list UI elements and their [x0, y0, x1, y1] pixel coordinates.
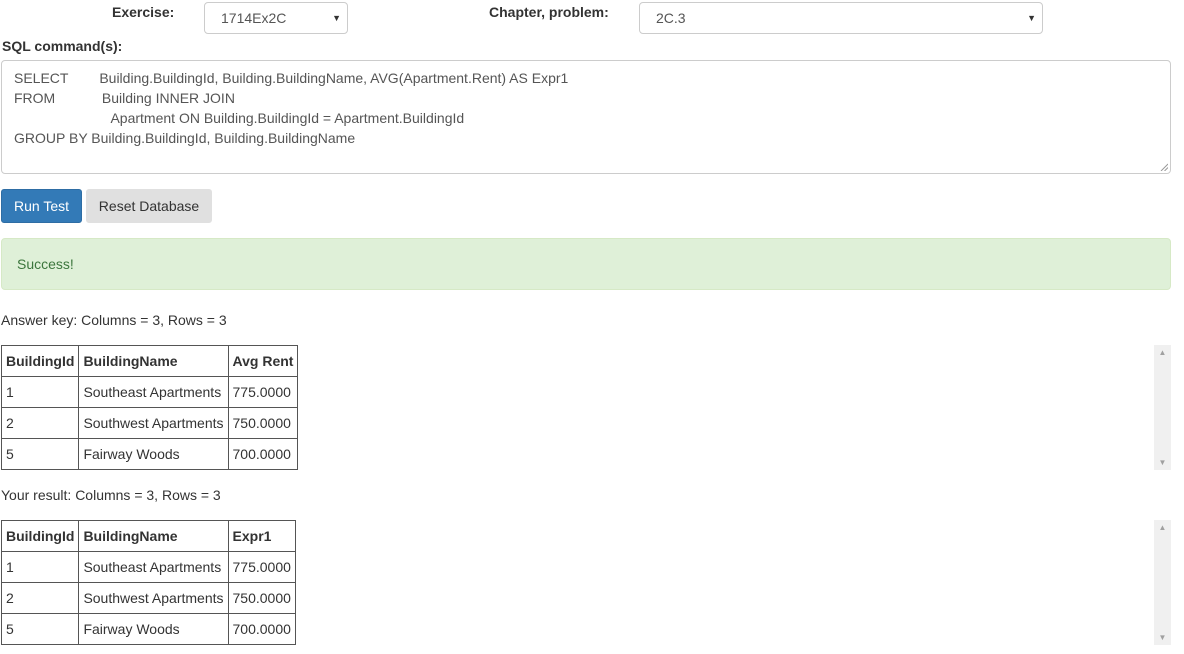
- answer-key-scrollbar[interactable]: ▲ ▼: [1154, 345, 1171, 470]
- table-header-row: BuildingId BuildingName Avg Rent: [0, 345, 299, 377]
- table-cell: Fairway Woods: [78, 438, 229, 470]
- chevron-down-icon: ▼: [332, 13, 341, 23]
- table-header-row: BuildingId BuildingName Expr1: [0, 520, 296, 552]
- table-cell: Southwest Apartments: [78, 407, 229, 439]
- column-header: BuildingName: [78, 345, 229, 377]
- column-header: BuildingId: [0, 520, 80, 552]
- table-cell: 750.0000: [227, 582, 296, 614]
- success-alert: Success!: [1, 238, 1171, 290]
- arrow-down-icon[interactable]: ▼: [1154, 633, 1171, 642]
- column-header: Expr1: [227, 520, 296, 552]
- table-cell: Southwest Apartments: [78, 582, 229, 614]
- table-cell: Fairway Woods: [78, 613, 229, 645]
- answer-key-caption: Answer key: Columns = 3, Rows = 3: [1, 312, 227, 328]
- table-cell: 775.0000: [227, 376, 299, 408]
- table-cell: 2: [0, 582, 80, 614]
- exercise-select-value: 1714Ex2C: [221, 10, 287, 26]
- table-cell: 775.0000: [227, 551, 296, 583]
- table-row: 5 Fairway Woods 700.0000: [0, 438, 299, 470]
- sql-line: GROUP BY Building.BuildingId, Building.B…: [14, 130, 356, 146]
- arrow-up-icon[interactable]: ▲: [1154, 348, 1171, 357]
- sql-command-label: SQL command(s):: [2, 38, 123, 54]
- table-row: 5 Fairway Woods 700.0000: [0, 613, 296, 645]
- table-row: 1 Southeast Apartments 775.0000: [0, 376, 299, 408]
- column-header: Avg Rent: [227, 345, 299, 377]
- table-row: 2 Southwest Apartments 750.0000: [0, 582, 296, 614]
- table-cell: 5: [0, 613, 80, 645]
- table-cell: 5: [0, 438, 80, 470]
- chapter-problem-select[interactable]: 2C.3 ▼: [639, 2, 1043, 34]
- exercise-select[interactable]: 1714Ex2C ▼: [204, 2, 348, 34]
- sql-line: Apartment ON Building.BuildingId = Apart…: [14, 110, 465, 126]
- your-result-caption: Your result: Columns = 3, Rows = 3: [1, 487, 221, 503]
- your-result-scrollbar[interactable]: ▲ ▼: [1154, 520, 1171, 645]
- your-result-table: BuildingId BuildingName Expr1 1 Southeas…: [0, 520, 296, 645]
- table-cell: 750.0000: [227, 407, 299, 439]
- arrow-up-icon[interactable]: ▲: [1154, 523, 1171, 532]
- column-header: BuildingId: [0, 345, 80, 377]
- table-row: 2 Southwest Apartments 750.0000: [0, 407, 299, 439]
- resize-handle-icon[interactable]: [1160, 163, 1168, 171]
- run-test-button[interactable]: Run Test: [1, 189, 82, 223]
- reset-database-button[interactable]: Reset Database: [86, 189, 212, 223]
- chevron-down-icon: ▼: [1027, 13, 1036, 23]
- success-message: Success!: [17, 256, 74, 272]
- table-cell: Southeast Apartments: [78, 551, 229, 583]
- chapter-problem-label: Chapter, problem:: [489, 4, 609, 20]
- table-cell: 700.0000: [227, 613, 296, 645]
- sql-line: SELECT Building.BuildingId, Building.Bui…: [14, 70, 569, 86]
- sql-line: FROM Building INNER JOIN: [14, 90, 235, 106]
- answer-key-table: BuildingId BuildingName Avg Rent 1 South…: [0, 345, 299, 470]
- table-cell: Southeast Apartments: [78, 376, 229, 408]
- table-cell: 700.0000: [227, 438, 299, 470]
- exercise-label: Exercise:: [112, 4, 175, 20]
- table-cell: 1: [0, 376, 80, 408]
- table-row: 1 Southeast Apartments 775.0000: [0, 551, 296, 583]
- arrow-down-icon[interactable]: ▼: [1154, 458, 1171, 467]
- table-cell: 2: [0, 407, 80, 439]
- sql-command-textarea[interactable]: SELECT Building.BuildingId, Building.Bui…: [1, 60, 1171, 174]
- chapter-problem-select-value: 2C.3: [656, 10, 686, 26]
- table-cell: 1: [0, 551, 80, 583]
- column-header: BuildingName: [78, 520, 229, 552]
